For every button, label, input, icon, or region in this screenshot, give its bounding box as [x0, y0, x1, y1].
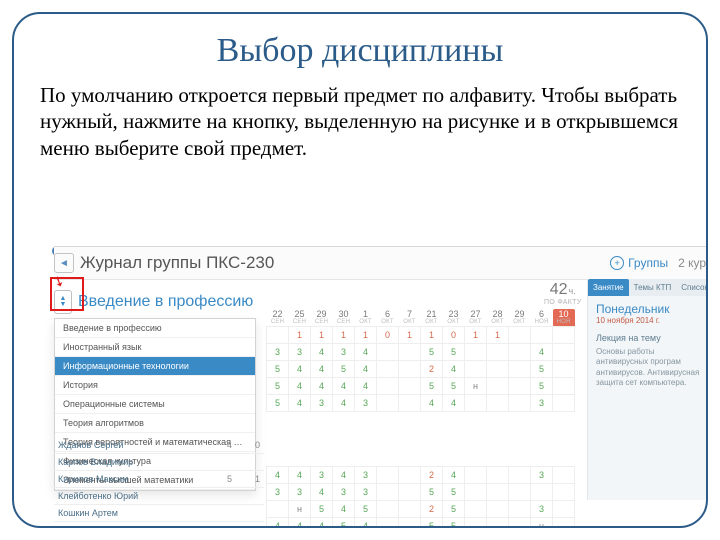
- panel-day: Понедельник: [588, 296, 708, 316]
- student-name[interactable]: Карпов Владимир: [54, 454, 182, 471]
- panel-tab[interactable]: Список: [676, 279, 708, 296]
- side-panel: ЗанятиеТемы КТПСписок Понедельник 10 ноя…: [587, 279, 708, 500]
- back-icon[interactable]: ◄: [54, 253, 74, 273]
- group-title-text: Журнал группы ПКС-230: [80, 253, 274, 273]
- group-title: ◄ Журнал группы ПКС-230: [54, 253, 274, 273]
- groups-link[interactable]: + Группы 2 кур: [610, 256, 708, 270]
- panel-tabs[interactable]: ЗанятиеТемы КТПСписок: [588, 279, 708, 296]
- dropdown-item[interactable]: Введение в профессию: [55, 319, 255, 338]
- panel-lecture: Лекция на тему: [588, 331, 708, 345]
- dropdown-item[interactable]: Теория алгоритмов: [55, 414, 255, 433]
- subject-name: Введение в профессию: [78, 293, 253, 311]
- panel-date: 10 ноября 2014 г.: [588, 316, 708, 331]
- student-name[interactable]: Жданов Сергей: [54, 437, 182, 454]
- student-name[interactable]: Кузнецов Никита: [54, 522, 182, 529]
- dropdown-item[interactable]: Операционные системы: [55, 395, 255, 414]
- panel-tab[interactable]: Занятие: [588, 279, 629, 296]
- student-name[interactable]: Клейботенко Юрий: [54, 488, 182, 505]
- panel-tab[interactable]: Темы КТП: [629, 279, 677, 296]
- dropdown-item[interactable]: История: [55, 376, 255, 395]
- panel-desc: Основы работы антивирусных програм антив…: [588, 345, 708, 391]
- slide-title: Выбор дисциплины: [40, 32, 680, 70]
- attendance-grid: 22СЕН25СЕН29СЕН30СЕН1ОКТ6ОКТ7ОКТ21ОКТ23О…: [266, 309, 575, 528]
- intro-text: По умолчанию откроется первый предмет по…: [40, 82, 680, 161]
- dropdown-item[interactable]: Информационные технологии: [55, 357, 255, 376]
- student-name[interactable]: Кирилов Максим: [54, 471, 182, 488]
- plus-icon: +: [610, 256, 624, 270]
- app-screenshot: ◄ Журнал группы ПКС-230 + Группы 2 кур ➘…: [54, 246, 708, 500]
- student-list: Жданов Сергей40Карпов ВладимирКирилов Ма…: [54, 437, 264, 528]
- dropdown-item[interactable]: Иностранный язык: [55, 338, 255, 357]
- student-name[interactable]: Кошкин Артем: [54, 505, 182, 522]
